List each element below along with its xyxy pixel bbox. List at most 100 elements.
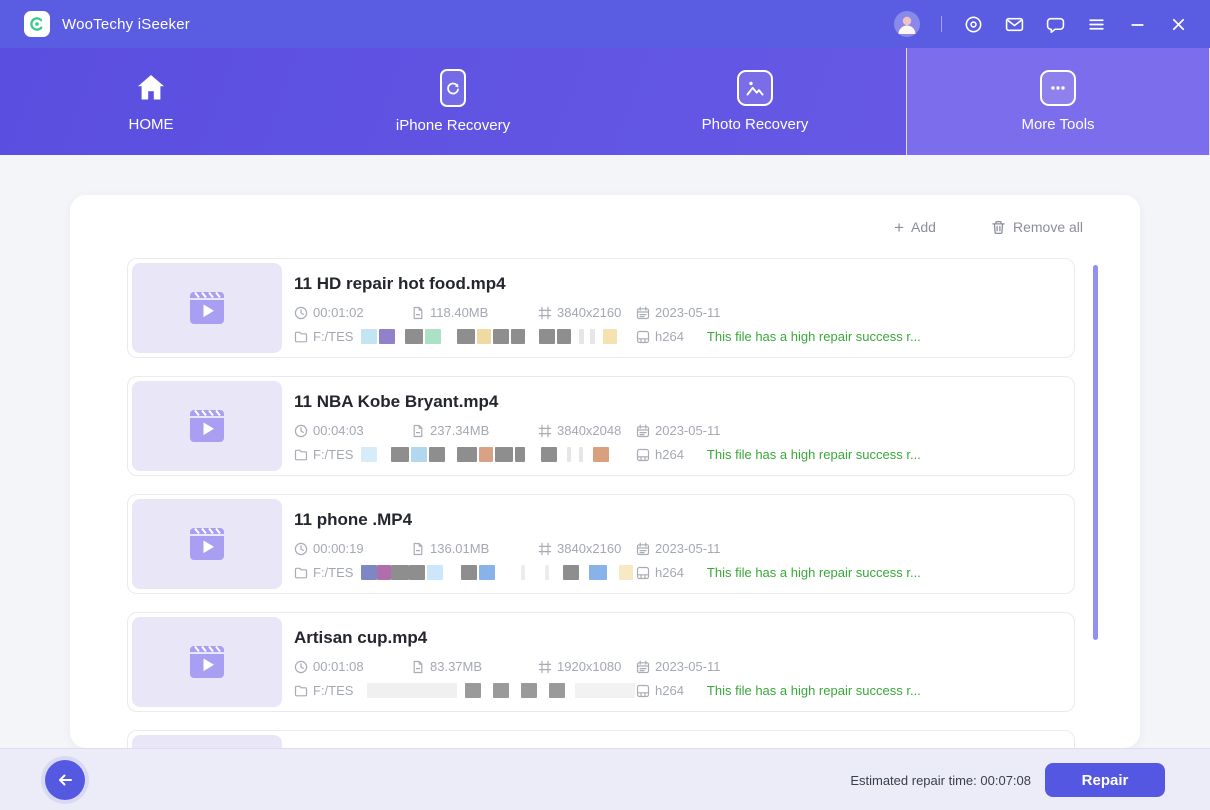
video-thumbnail bbox=[132, 381, 282, 471]
tab-photo-recovery[interactable]: Photo Recovery bbox=[604, 48, 906, 155]
file-info: 11 NBA Kobe Bryant.mp4 00:04:03 237.34MB… bbox=[282, 377, 1074, 475]
file-row[interactable]: 11 NBA Kobe Bryant.mp4 00:04:03 237.34MB… bbox=[127, 376, 1075, 476]
video-clapper-icon bbox=[184, 288, 230, 328]
pixel-block bbox=[361, 447, 377, 462]
file-resolution: 1920x1080 bbox=[538, 659, 636, 674]
chat-icon[interactable] bbox=[1045, 14, 1065, 34]
file-resolution: 3840x2160 bbox=[538, 541, 636, 556]
file-icon bbox=[411, 542, 425, 556]
mail-icon[interactable] bbox=[1004, 14, 1024, 34]
pixel-block bbox=[477, 329, 491, 344]
close-button[interactable] bbox=[1168, 14, 1188, 34]
resolution-icon bbox=[538, 424, 552, 438]
file-list: 11 HD repair hot food.mp4 00:01:02 118.4… bbox=[127, 258, 1075, 748]
file-icon bbox=[411, 660, 425, 674]
video-thumbnail bbox=[132, 735, 282, 748]
file-size: 136.01MB bbox=[411, 541, 538, 556]
tab-home[interactable]: HOME bbox=[0, 48, 302, 155]
minimize-button[interactable] bbox=[1127, 14, 1147, 34]
content-panel: + Add Remove all 11 HD repair hot food.m… bbox=[70, 195, 1140, 748]
support-icon[interactable] bbox=[963, 14, 983, 34]
pixel-block bbox=[495, 447, 513, 462]
pixel-block bbox=[579, 329, 584, 344]
repair-success-note: This file has a high repair success r... bbox=[707, 565, 921, 580]
repair-success-note: This file has a high repair success r... bbox=[707, 447, 921, 462]
video-thumbnail bbox=[132, 499, 282, 589]
titlebar-separator bbox=[941, 16, 942, 32]
file-path: F:/TES bbox=[294, 683, 636, 698]
file-codec: h264 This file has a high repair success… bbox=[636, 683, 1074, 698]
calendar-icon bbox=[636, 660, 650, 674]
redacted-path-blocks bbox=[361, 683, 635, 698]
pixel-block bbox=[429, 447, 445, 462]
app-title: WooTechy iSeeker bbox=[62, 16, 190, 33]
folder-icon bbox=[294, 330, 308, 344]
pixel-block bbox=[425, 329, 441, 344]
file-row-partial[interactable] bbox=[127, 730, 1075, 748]
tab-iphone-recovery[interactable]: iPhone Recovery bbox=[302, 48, 604, 155]
redacted-path-blocks bbox=[361, 329, 617, 344]
file-duration: 00:01:08 bbox=[294, 659, 411, 674]
file-size: 83.37MB bbox=[411, 659, 538, 674]
pixel-block bbox=[379, 329, 395, 344]
video-clapper-icon bbox=[184, 406, 230, 446]
pixel-block bbox=[511, 329, 525, 344]
video-thumbnail bbox=[132, 617, 282, 707]
pixel-block bbox=[541, 447, 557, 462]
tab-photo-recovery-label: Photo Recovery bbox=[702, 116, 809, 133]
resolution-icon bbox=[538, 660, 552, 674]
estimated-repair-time: Estimated repair time: 00:07:08 bbox=[850, 773, 1031, 788]
pixel-block bbox=[521, 683, 537, 698]
pixel-block bbox=[567, 447, 571, 462]
file-row[interactable]: 11 phone .MP4 00:00:19 136.01MB 3840x216… bbox=[127, 494, 1075, 594]
file-date: 2023-05-11 bbox=[636, 659, 1074, 674]
back-arrow-icon bbox=[56, 771, 74, 789]
pixel-block bbox=[405, 329, 423, 344]
file-name: 11 HD repair hot food.mp4 bbox=[294, 274, 1074, 294]
pixel-block bbox=[619, 565, 633, 580]
avatar[interactable] bbox=[894, 11, 920, 37]
pixel-block bbox=[479, 565, 495, 580]
file-resolution: 3840x2160 bbox=[538, 305, 636, 320]
pixel-block bbox=[539, 329, 555, 344]
file-row[interactable]: 11 HD repair hot food.mp4 00:01:02 118.4… bbox=[127, 258, 1075, 358]
file-meta-row: 00:04:03 237.34MB 3840x2048 2023-05-11 bbox=[294, 423, 1074, 438]
pixel-block bbox=[367, 683, 457, 698]
back-button[interactable] bbox=[45, 760, 85, 800]
file-path: F:/TES bbox=[294, 447, 636, 462]
calendar-icon bbox=[636, 306, 650, 320]
clock-icon bbox=[294, 660, 308, 674]
file-name: 11 phone .MP4 bbox=[294, 510, 1074, 530]
remove-all-button[interactable]: Remove all bbox=[991, 219, 1083, 235]
resolution-icon bbox=[538, 306, 552, 320]
pixel-block bbox=[590, 329, 595, 344]
file-info: 11 phone .MP4 00:00:19 136.01MB 3840x216… bbox=[282, 495, 1074, 593]
repair-success-note: This file has a high repair success r... bbox=[707, 329, 921, 344]
pixel-block bbox=[377, 565, 391, 580]
pixel-block bbox=[603, 329, 617, 344]
pixel-block bbox=[545, 565, 549, 580]
repair-button[interactable]: Repair bbox=[1045, 763, 1165, 797]
calendar-icon bbox=[636, 424, 650, 438]
codec-icon bbox=[636, 448, 650, 462]
menu-icon[interactable] bbox=[1086, 14, 1106, 34]
folder-icon bbox=[294, 448, 308, 462]
list-toolbar: + Add Remove all bbox=[894, 207, 1140, 247]
estimate-label: Estimated repair time: bbox=[850, 773, 976, 788]
file-duration: 00:01:02 bbox=[294, 305, 411, 320]
video-clapper-icon bbox=[184, 524, 230, 564]
scrollbar-thumb[interactable] bbox=[1093, 265, 1098, 640]
file-date: 2023-05-11 bbox=[636, 305, 1074, 320]
pixel-block bbox=[461, 565, 477, 580]
file-name: Artisan cup.mp4 bbox=[294, 628, 1074, 648]
file-path: F:/TES bbox=[294, 565, 636, 580]
file-icon bbox=[411, 306, 425, 320]
add-button[interactable]: + Add bbox=[894, 219, 936, 236]
file-row[interactable]: Artisan cup.mp4 00:01:08 83.37MB 1920x10… bbox=[127, 612, 1075, 712]
file-path-row: F:/TES h264 This file has a high repair … bbox=[294, 447, 1074, 462]
pixel-block bbox=[411, 447, 427, 462]
pixel-block bbox=[391, 565, 409, 580]
footer-bar: Estimated repair time: 00:07:08 Repair bbox=[0, 748, 1210, 810]
pixel-block bbox=[575, 683, 635, 698]
tab-more-tools[interactable]: More Tools bbox=[906, 48, 1210, 155]
